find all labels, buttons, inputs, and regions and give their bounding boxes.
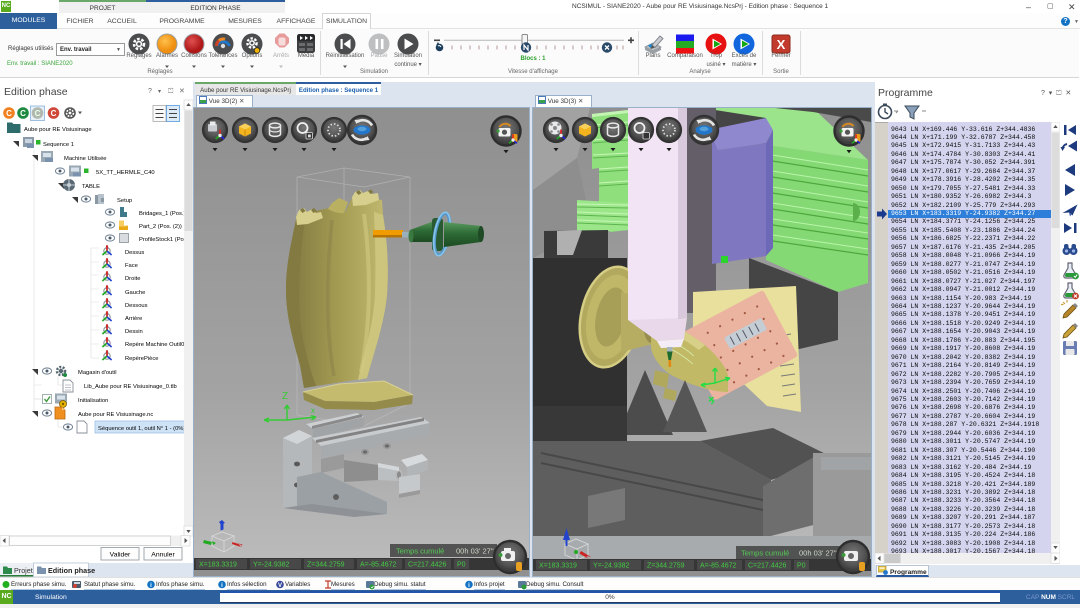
svg-text:?: ? (148, 88, 152, 95)
svg-text:Arrière: Arrière (125, 316, 142, 322)
svg-text:Y=-24.9382: Y=-24.9382 (253, 562, 289, 569)
svg-text:Aube pour RE Visiusinage: Aube pour RE Visiusinage (24, 127, 92, 133)
svg-text:Temps cumulé: Temps cumulé (741, 549, 789, 558)
svg-text:A=-85.4672: A=-85.4672 (360, 562, 396, 569)
svg-text:C=217.4426: C=217.4426 (748, 563, 786, 570)
svg-text:Séquence outil 1, outil N° 1 -: Séquence outil 1, outil N° 1 - (0%) (98, 426, 185, 432)
svg-text:Initialisation: Initialisation (78, 398, 108, 404)
svg-text:Dessous: Dessous (125, 303, 148, 309)
svg-text:5X_TT_HERMLE_C40: 5X_TT_HERMLE_C40 (96, 170, 155, 176)
svg-text:C: C (51, 109, 57, 118)
svg-text:Projet: Projet (14, 566, 33, 575)
svg-text:P0: P0 (797, 563, 806, 570)
svg-text:Droite: Droite (125, 276, 140, 282)
svg-text:Annuler: Annuler (151, 552, 175, 559)
svg-text:X=183.3319: X=183.3319 (539, 563, 577, 570)
svg-text:Temps cumulé: Temps cumulé (396, 547, 444, 556)
svg-text:▾: ▾ (158, 89, 161, 95)
svg-text:✕: ✕ (179, 88, 185, 95)
svg-text:Repère Machine Outil0: Repère Machine Outil0 (125, 342, 184, 348)
svg-text:C=217.4426: C=217.4426 (408, 562, 446, 569)
svg-text:Magasin d'outil: Magasin d'outil (78, 370, 117, 376)
svg-text:Gauche: Gauche (125, 290, 145, 296)
svg-text:Dessus: Dessus (125, 250, 144, 256)
svg-text:Setup: Setup (117, 198, 132, 204)
svg-text:Z=344.2759: Z=344.2759 (647, 563, 685, 570)
svg-text:C: C (35, 109, 41, 118)
svg-text:Aube pour RE Visiusinage.nc: Aube pour RE Visiusinage.nc (78, 412, 153, 418)
svg-text:Z: Z (282, 391, 288, 402)
svg-text:x: x (311, 406, 315, 415)
svg-text:Lib_Aube pour RE Visiusinage_0: Lib_Aube pour RE Visiusinage_0.tlb (84, 384, 177, 390)
svg-text:A=-85.4672: A=-85.4672 (700, 563, 736, 570)
svg-text:Machine Utilisée: Machine Utilisée (64, 156, 107, 162)
svg-text:P0: P0 (457, 562, 466, 569)
svg-text:Valider: Valider (110, 552, 131, 559)
svg-text:Part_2 (Pos. (2)): Part_2 (Pos. (2)) (139, 224, 182, 230)
svg-text:RepèrePièce: RepèrePièce (125, 356, 159, 362)
svg-text:Y=-24.9382: Y=-24.9382 (593, 563, 629, 570)
svg-text:⏍: ⏍ (168, 87, 174, 95)
svg-text:TABLE: TABLE (82, 184, 100, 190)
svg-text:Edition phase: Edition phase (48, 566, 95, 575)
svg-text:C: C (20, 109, 26, 118)
svg-text:00h 03' 27'': 00h 03' 27'' (799, 549, 837, 558)
svg-text:ProfileStock1 (Pos.: ProfileStock1 (Pos. (139, 237, 189, 243)
svg-text:X: X (777, 37, 786, 52)
svg-text:Edition phase: Edition phase (4, 86, 68, 98)
svg-text:Bridages_1 (Pos.): Bridages_1 (Pos.) (139, 211, 185, 217)
svg-text:Sequence 1: Sequence 1 (43, 142, 74, 148)
svg-text:Face: Face (125, 263, 138, 269)
svg-text:C: C (6, 109, 12, 118)
svg-text:V: V (278, 583, 282, 589)
svg-text:Dessin: Dessin (125, 329, 143, 335)
svg-text:Z=344.2759: Z=344.2759 (307, 562, 345, 569)
svg-text:00h 03' 27'': 00h 03' 27'' (456, 547, 494, 556)
svg-text:X=183.3319: X=183.3319 (199, 562, 237, 569)
